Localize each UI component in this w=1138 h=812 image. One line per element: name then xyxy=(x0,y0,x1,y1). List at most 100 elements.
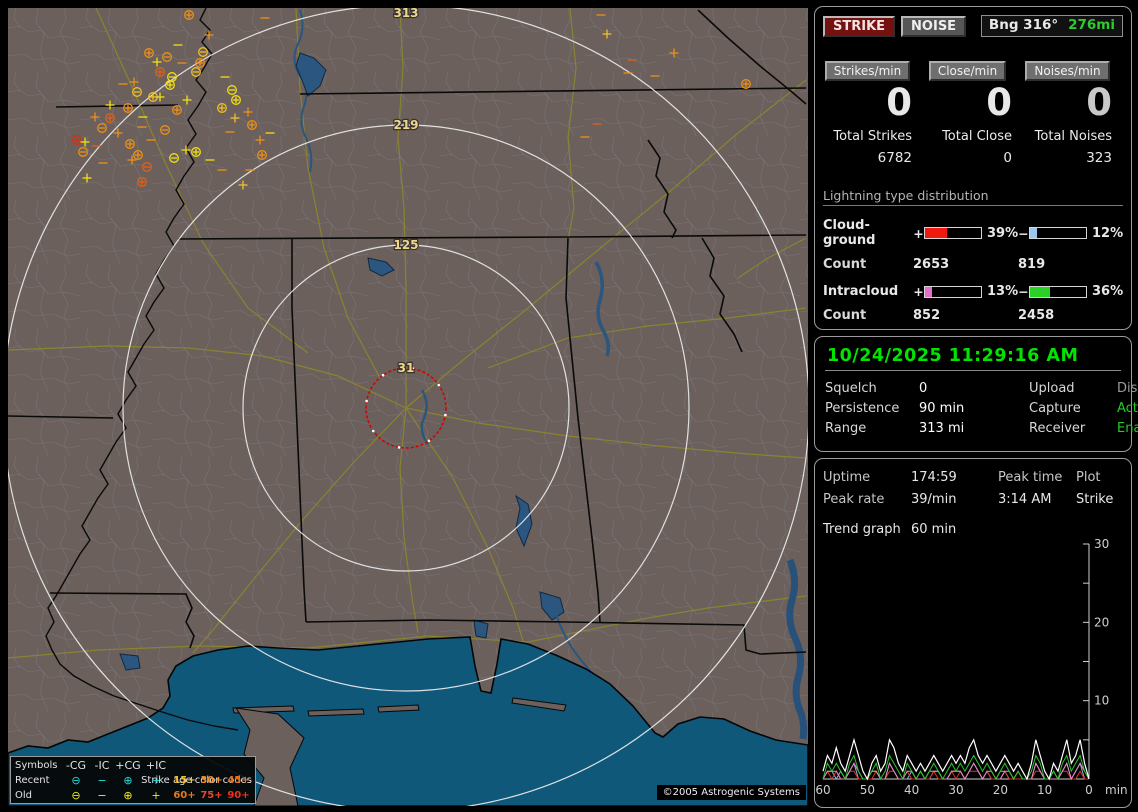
intracloud-row: Intracloud + 13% − 36% xyxy=(823,284,1123,299)
cg-negative-pct: 12% xyxy=(1092,225,1124,241)
legend-row-old: Old ⊖ − ⊕ +60+ 75+ 90+ xyxy=(15,788,251,803)
upload-label: Upload xyxy=(1029,381,1075,396)
strike-button[interactable]: STRIKE xyxy=(823,15,896,37)
legend-symbol-plus-icon: + xyxy=(151,789,161,802)
trend-chart: 10203060 50 40 30 20 10 0 min xyxy=(815,537,1127,797)
uptime-label: Uptime xyxy=(823,470,871,485)
total-close-label: Total Close xyxy=(942,129,1012,144)
svg-text:0: 0 xyxy=(1085,783,1093,797)
ic-negative-count: 2458 xyxy=(1018,308,1055,323)
legend-age-code: 90+ xyxy=(227,790,250,801)
svg-text:10: 10 xyxy=(1037,783,1052,797)
squelch-label: Squelch xyxy=(825,381,877,396)
plus-sign: + xyxy=(913,225,924,241)
svg-text:20: 20 xyxy=(993,783,1008,797)
map-canvas[interactable]: 313 219 125 31 xyxy=(8,8,808,806)
legend-col-+ic: +IC xyxy=(145,759,167,772)
legend-col-+cg: +CG xyxy=(115,759,141,772)
close-per-min-chip[interactable]: Close/min xyxy=(928,61,1007,81)
ic-negative-pct: 36% xyxy=(1092,284,1124,299)
peak-rate-row: Peak rate 39/min 3:14 AM Strike xyxy=(821,489,1125,511)
svg-text:313: 313 xyxy=(393,8,418,20)
legend-symbols-label: Symbols xyxy=(15,760,58,771)
legend-col--cg: -CG xyxy=(65,759,87,772)
svg-text:60: 60 xyxy=(815,783,830,797)
close-counter-column: Close/min 0 Total Close 0 xyxy=(923,60,1023,166)
total-noises-value: 323 xyxy=(1086,150,1112,166)
svg-text:50: 50 xyxy=(860,783,875,797)
noises-per-min-chip[interactable]: Noises/min xyxy=(1025,61,1110,81)
plot-value: Strike xyxy=(1076,492,1114,507)
minus-sign: − xyxy=(1018,225,1029,241)
ic-negative-bar xyxy=(1029,285,1087,298)
trend-panel: Uptime 174:59 Peak time Plot Peak rate 3… xyxy=(814,458,1132,808)
status-panel: 10/24/2025 11:29:16 AM Squelch 0 Upload … xyxy=(814,336,1138,452)
legend-row-recent: Recent ⊖ − ⊕ +15+ 30+ 45+ xyxy=(15,773,251,788)
minus-sign: − xyxy=(1018,284,1029,299)
status-row: Squelch 0 Upload Disabled xyxy=(825,379,1138,399)
ic-positive-count: 852 xyxy=(913,308,941,323)
legend-age-code: 60+ xyxy=(173,790,196,801)
svg-text:219: 219 xyxy=(393,118,418,132)
squelch-value: 0 xyxy=(919,381,928,396)
datetime-display: 10/24/2025 11:29:16 AM xyxy=(827,346,1079,366)
plot-label: Plot xyxy=(1076,470,1101,485)
cg-positive-count: 2653 xyxy=(913,257,950,272)
range-label: Range xyxy=(825,421,867,436)
noises-counter-column: Noises/min 0 Total Noises 323 xyxy=(1023,60,1123,166)
close-per-min-value: 0 xyxy=(986,81,1012,124)
map-legend: Symbols -CG -IC +CG +IC Strike age color… xyxy=(10,756,256,804)
copyright-label: ©2005 Astrogenic Systems xyxy=(656,785,806,800)
svg-text:10: 10 xyxy=(1094,694,1109,708)
strikes-per-min-chip[interactable]: Strikes/min xyxy=(824,61,911,81)
map-area[interactable]: 313 219 125 31 Symbols -CG -IC +CG +IC Stri… xyxy=(8,8,808,806)
bearing-value: Bng 316° xyxy=(988,17,1059,33)
legend-age-code: 75+ xyxy=(200,790,223,801)
strikes-per-min-value: 0 xyxy=(886,81,912,124)
status-row: Range 313 mi Receiver Enabled xyxy=(825,419,1138,439)
bearing-distance: 276mi xyxy=(1068,17,1115,33)
svg-text:20: 20 xyxy=(1094,615,1109,629)
legend-age-code: 15+ xyxy=(173,775,196,786)
trend-graph-value: 60 min xyxy=(911,522,957,537)
legend-symbol-cplus-icon: ⊕ xyxy=(123,789,133,802)
legend-row-label: Old xyxy=(15,790,32,801)
divider xyxy=(825,370,1121,371)
capture-label: Capture xyxy=(1029,401,1081,416)
trend-graph-row: Trend graph 60 min xyxy=(821,519,1125,541)
bearing-display: Bng 316° 276mi xyxy=(980,15,1123,37)
cg-positive-pct: 39% xyxy=(987,225,1019,241)
legend-symbol-minus-icon: − xyxy=(97,774,107,787)
svg-text:40: 40 xyxy=(904,783,919,797)
svg-text:31: 31 xyxy=(398,361,415,375)
total-strikes-value: 6782 xyxy=(877,150,912,166)
peak-time-value: 3:14 AM xyxy=(998,492,1052,507)
capture-status: Active xyxy=(1117,401,1138,416)
total-close-value: 0 xyxy=(1003,150,1012,166)
count-label: Count xyxy=(823,257,867,272)
app-window: 313 219 125 31 Symbols -CG -IC +CG +IC Stri… xyxy=(0,0,1138,812)
legend-age-code: 30+ xyxy=(200,775,223,786)
legend-row-label: Recent xyxy=(15,775,50,786)
cloud-ground-count-row: Count 2653 819 xyxy=(823,257,1123,272)
ic-positive-bar xyxy=(924,285,982,298)
total-noises-label: Total Noises xyxy=(1034,129,1112,144)
legend-symbol-minus-icon: − xyxy=(97,789,107,802)
cg-positive-bar xyxy=(924,227,982,239)
distribution-title: Lightning type distribution xyxy=(823,188,1123,206)
cg-negative-bar xyxy=(1029,227,1087,239)
svg-text:30: 30 xyxy=(948,783,963,797)
lightning-distribution-section: Lightning type distribution Cloud-ground… xyxy=(823,188,1123,323)
cloud-ground-label: Cloud-ground xyxy=(823,218,876,248)
intracloud-label: Intracloud xyxy=(823,284,899,299)
persistence-value: 90 min xyxy=(919,401,965,416)
receiver-label: Receiver xyxy=(1029,421,1086,436)
peak-rate-label: Peak rate xyxy=(823,492,885,507)
receiver-status: Enabled xyxy=(1117,421,1138,436)
noise-button[interactable]: NOISE xyxy=(901,15,967,37)
svg-text:125: 125 xyxy=(393,238,418,252)
trend-graph-label: Trend graph xyxy=(823,522,901,537)
counters-panel: STRIKE NOISE Bng 316° 276mi Strikes/min … xyxy=(814,6,1132,330)
total-strikes-label: Total Strikes xyxy=(833,129,912,144)
uptime-value: 174:59 xyxy=(911,470,957,485)
